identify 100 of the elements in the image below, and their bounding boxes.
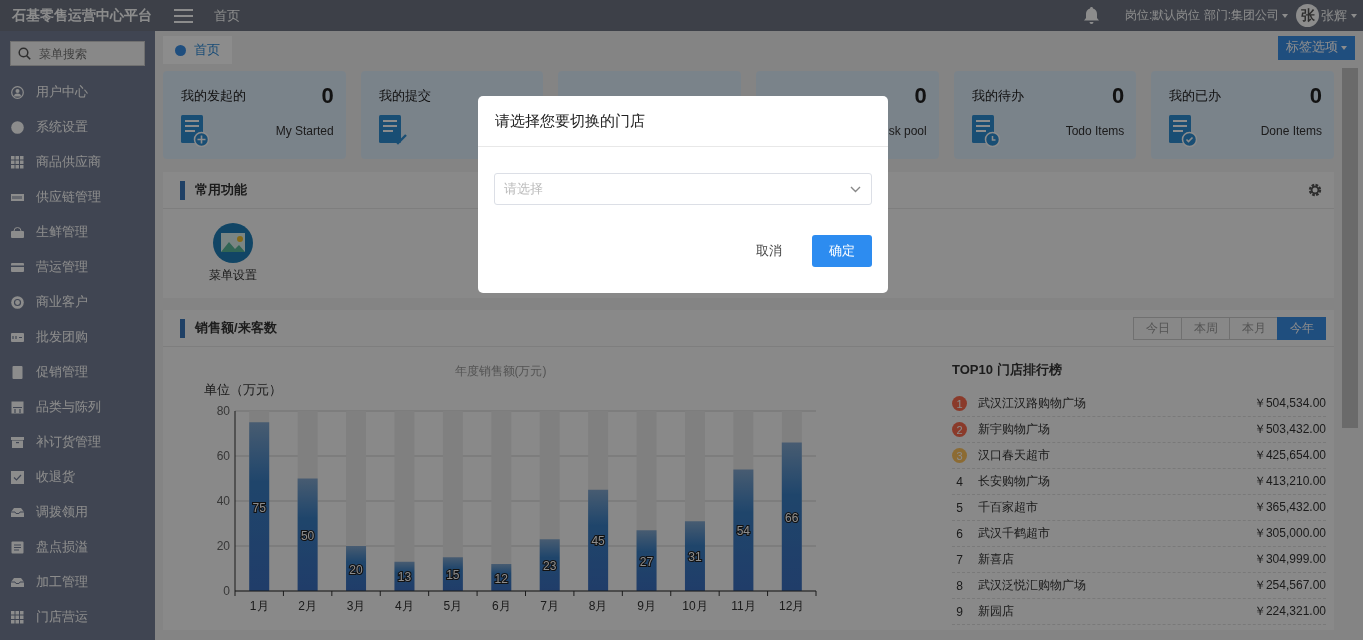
box-icon bbox=[11, 436, 24, 449]
stat-card[interactable]: 我的已办 0 Done Items bbox=[1151, 71, 1335, 159]
document-plus-icon bbox=[181, 115, 209, 147]
store-amount: ￥304,999.00 bbox=[1253, 551, 1326, 568]
store-name: 武汉泛悦汇购物广场 bbox=[978, 577, 1086, 594]
period-tab[interactable]: 今年 bbox=[1277, 316, 1326, 340]
tray-icon bbox=[11, 506, 24, 519]
picture-icon[interactable] bbox=[213, 223, 253, 263]
tab-options-button[interactable]: 标签选项 bbox=[1277, 35, 1355, 60]
x-tick-label: 3月 bbox=[346, 599, 366, 613]
sidebar-item[interactable]: 系统设置 bbox=[0, 110, 155, 145]
section-marker bbox=[180, 318, 185, 338]
function-label[interactable]: 菜单设置 bbox=[209, 267, 257, 284]
section-marker bbox=[180, 180, 185, 200]
store-amount: ￥504,534.00 bbox=[1253, 395, 1326, 412]
x-tick-label: 6月 bbox=[491, 599, 511, 613]
scrollbar-thumb[interactable] bbox=[1342, 68, 1358, 428]
bar-value-label: 31 bbox=[688, 550, 702, 565]
menu-icon[interactable] bbox=[174, 8, 193, 23]
y-axis-label: 单位（万元） bbox=[204, 382, 282, 397]
bar-value-label: 66 bbox=[785, 510, 799, 525]
sidebar-item[interactable]: 批发团购 bbox=[0, 320, 155, 355]
rank-badge: 2 bbox=[952, 422, 967, 437]
settings-icon[interactable] bbox=[1308, 183, 1322, 197]
sidebar-item[interactable]: 商业客户 bbox=[0, 285, 155, 320]
store-amount: ￥413,210.00 bbox=[1253, 473, 1326, 490]
bar-value-label: 15 bbox=[446, 568, 460, 583]
rank-badge: 3 bbox=[952, 448, 967, 463]
user-avatar[interactable]: 张 bbox=[1296, 4, 1320, 27]
store-name: 汉口春天超市 bbox=[978, 447, 1050, 464]
sidebar-item[interactable]: 营运管理 bbox=[0, 250, 155, 285]
store-name: 长安购物广场 bbox=[978, 473, 1050, 490]
x-tick-label: 4月 bbox=[395, 599, 414, 613]
card-count: 0 bbox=[1112, 83, 1125, 109]
sidebar-item[interactable]: 盘点损溢 bbox=[0, 530, 155, 565]
checkbox-icon bbox=[11, 471, 24, 484]
tray-icon bbox=[11, 576, 24, 589]
y-tick-label: 20 bbox=[216, 539, 230, 553]
confirm-button[interactable]: 确定 bbox=[812, 235, 872, 267]
home-link[interactable]: 首页 bbox=[214, 6, 240, 25]
store-amount: ￥305,000.00 bbox=[1253, 525, 1326, 542]
dialog-title: 请选择您要切换的门店 bbox=[478, 96, 888, 147]
search-icon bbox=[18, 47, 31, 60]
bar-value-label: 45 bbox=[591, 534, 605, 549]
document-check-icon bbox=[378, 115, 407, 147]
card-subtitle: Todo Items bbox=[1065, 124, 1125, 138]
bar-value-label: 12 bbox=[494, 571, 508, 586]
rank-badge: 1 bbox=[952, 396, 967, 411]
x-tick-label: 1月 bbox=[249, 599, 269, 613]
store-select-field[interactable]: 请选择 bbox=[494, 173, 872, 205]
sidebar-item[interactable]: 加工管理 bbox=[0, 565, 155, 600]
store-name: 武汉千鹤超市 bbox=[978, 525, 1050, 542]
bar-value-label: 50 bbox=[300, 528, 315, 543]
store-name: 武汉江汉路购物广场 bbox=[978, 395, 1086, 412]
sidebar-item[interactable]: 收退货 bbox=[0, 460, 155, 495]
chevron-down-icon bbox=[850, 185, 861, 193]
rank-number: 9 bbox=[955, 604, 964, 619]
sidebar-item[interactable]: 品类与陈列 bbox=[0, 390, 155, 425]
chart-bar bbox=[636, 530, 657, 591]
x-tick-label: 7月 bbox=[540, 599, 560, 613]
card-count: 0 bbox=[321, 83, 334, 109]
sidebar-item[interactable]: 补订货管理 bbox=[0, 425, 155, 460]
notification-bell-icon[interactable] bbox=[1084, 7, 1100, 24]
shelf-icon bbox=[11, 401, 24, 414]
rank-number: 8 bbox=[955, 578, 964, 593]
card-subtitle: sk pool bbox=[888, 124, 927, 138]
y-tick-label: 80 bbox=[216, 404, 230, 418]
panel-title: 销售额/来客数 bbox=[195, 319, 277, 337]
sidebar-item[interactable]: 促销管理 bbox=[0, 355, 155, 390]
x-tick-label: 10月 bbox=[682, 599, 708, 613]
bar-value-label: 27 bbox=[639, 554, 654, 569]
chart-bar bbox=[539, 539, 560, 591]
sidebar-item[interactable]: 生鲜管理 bbox=[0, 215, 155, 250]
bar-value-label: 75 bbox=[252, 500, 266, 515]
sidebar-item[interactable]: 商品供应商 bbox=[0, 145, 155, 180]
page-tab[interactable]: 首页 bbox=[163, 36, 232, 64]
card-title: 我的提交 bbox=[378, 87, 431, 105]
rank-number: 6 bbox=[955, 526, 964, 541]
y-tick-label: 0 bbox=[223, 584, 230, 598]
sidebar-item[interactable]: 供应链管理 bbox=[0, 180, 155, 215]
menu-search-field[interactable]: 菜单搜索 bbox=[10, 41, 145, 66]
ranking-title: TOP10 门店排行榜 bbox=[952, 361, 1063, 379]
basket-icon bbox=[11, 226, 24, 239]
user-role-dropdown[interactable]: 岗位:默认岗位 部门:集团公司 bbox=[1125, 7, 1289, 24]
store-name: 新喜店 bbox=[978, 551, 1014, 568]
store-name: 新宇购物广场 bbox=[978, 421, 1050, 438]
store-amount: ￥503,432.00 bbox=[1253, 421, 1326, 438]
sidebar-item[interactable]: 调拨领用 bbox=[0, 495, 155, 530]
book-icon bbox=[11, 366, 24, 379]
tag-icon bbox=[11, 331, 24, 344]
document-check-icon bbox=[1169, 115, 1198, 147]
x-tick-label: 5月 bbox=[443, 599, 463, 613]
list-icon bbox=[11, 541, 24, 554]
y-tick-label: 60 bbox=[216, 449, 230, 463]
sidebar-item[interactable]: 用户中心 bbox=[0, 75, 155, 110]
rank-number: 5 bbox=[955, 500, 964, 515]
app-title: 石基零售运营中心平台 bbox=[11, 6, 153, 25]
stat-card[interactable]: 我的发起的 0 My Started bbox=[163, 71, 346, 159]
user-name-dropdown[interactable]: 张辉 bbox=[1321, 6, 1357, 25]
stat-card[interactable]: 我的待办 0 Todo Items bbox=[953, 71, 1137, 159]
